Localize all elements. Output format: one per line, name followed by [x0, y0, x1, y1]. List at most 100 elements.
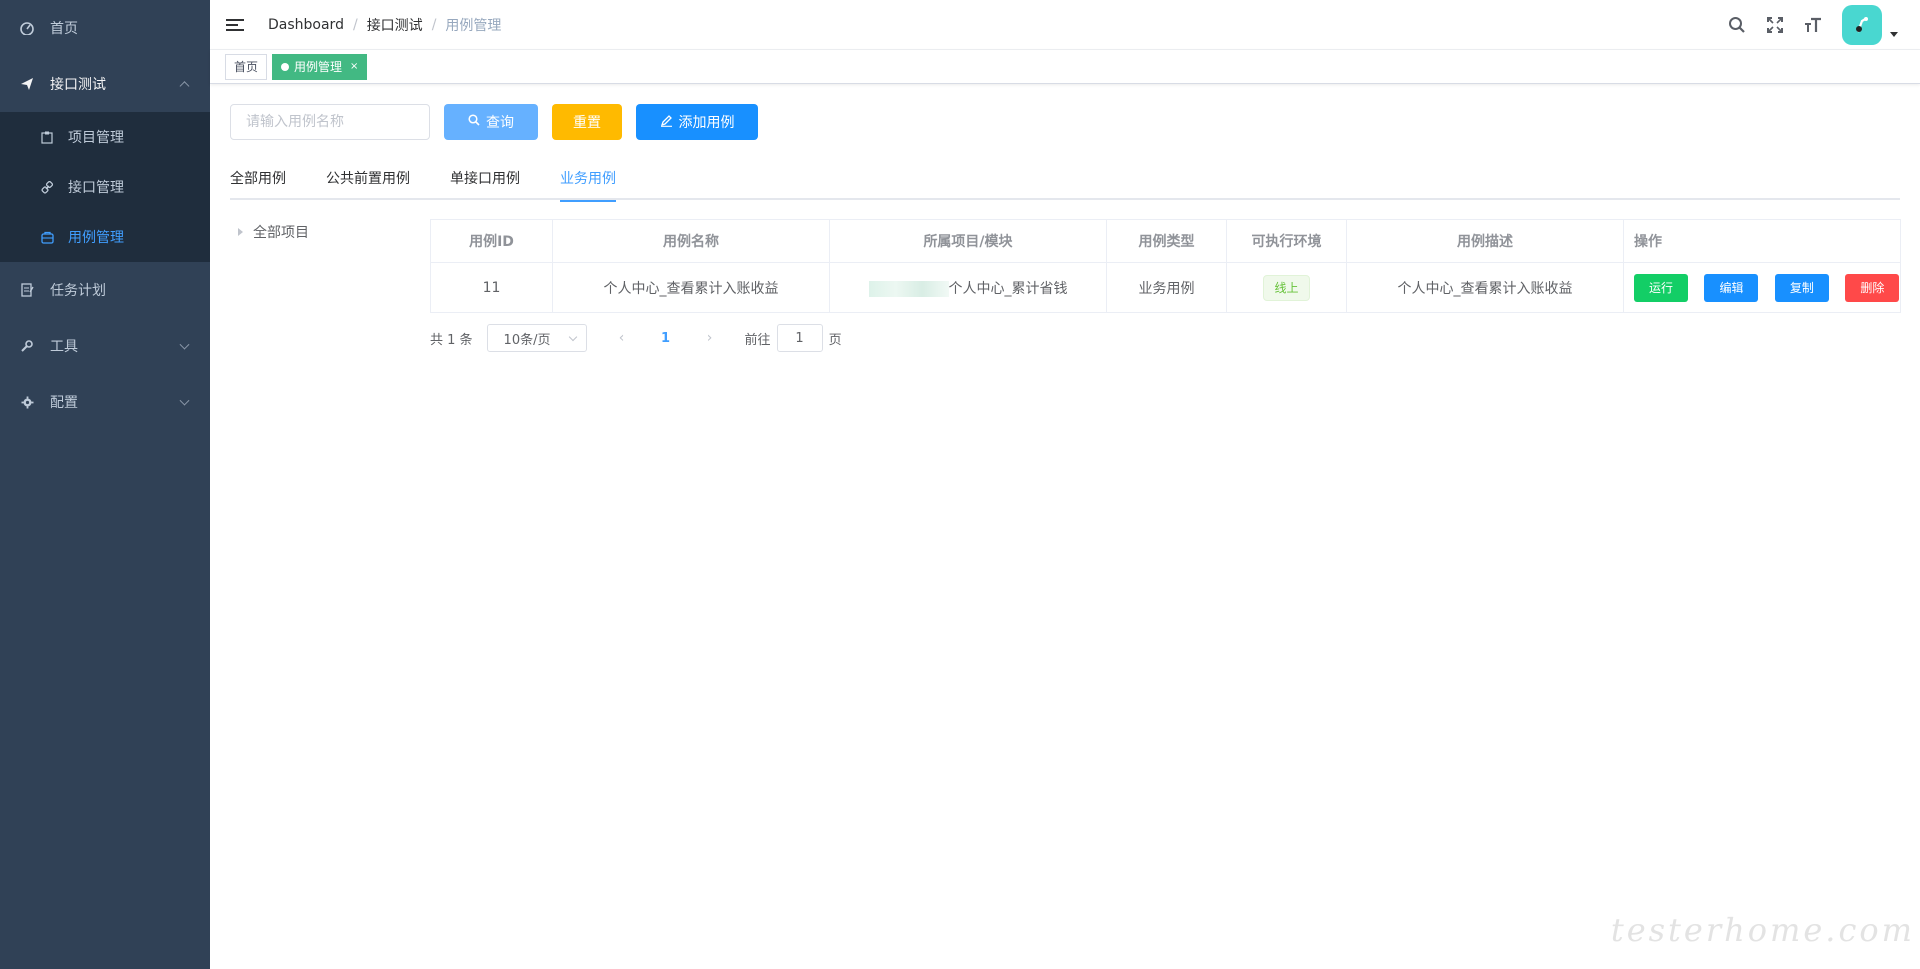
prev-page-button[interactable]: ‹ — [607, 330, 637, 346]
sidebar-item-project-management[interactable]: 项目管理 — [0, 112, 210, 162]
gear-icon — [20, 395, 34, 409]
caret-right-icon — [238, 228, 243, 236]
tab-business-cases[interactable]: 业务用例 — [560, 160, 616, 202]
dashboard-icon — [20, 21, 34, 35]
avatar[interactable] — [1842, 5, 1882, 45]
column-header: 用例类型 — [1106, 219, 1227, 263]
sidebar-item-label: 接口管理 — [68, 180, 124, 196]
sidebar-item-label: 工具 — [50, 339, 78, 355]
fullscreen-icon[interactable] — [1764, 14, 1786, 36]
tree-node-label: 全部项目 — [253, 225, 309, 241]
case-type-tabs: 全部用例 公共前置用例 单接口用例 业务用例 — [230, 160, 1900, 202]
reset-button-label: 重置 — [573, 115, 601, 131]
sidebar-item-home[interactable]: 首页 — [0, 0, 210, 56]
tag-label: 首页 — [234, 59, 259, 74]
cell-case-type: 业务用例 — [1106, 262, 1227, 313]
column-header: 可执行环境 — [1226, 219, 1347, 263]
cell-case-name: 个人中心_查看累计入账收益 — [552, 262, 830, 313]
sidebar: 首页 接口测试 项目管理 接口管理 用例管理 任务计划 工具 配置 — [0, 0, 210, 969]
env-badge: 线上 — [1263, 274, 1310, 301]
sidebar-item-task-plan[interactable]: 任务计划 — [0, 262, 210, 318]
edit-button[interactable]: 编辑 — [1704, 273, 1759, 302]
query-button[interactable]: 查询 — [444, 104, 538, 140]
send-icon — [20, 77, 34, 91]
column-header: 所属项目/模块 — [829, 219, 1107, 263]
goto-suffix: 页 — [828, 332, 842, 348]
font-size-icon[interactable] — [1802, 14, 1824, 36]
tag-home[interactable]: 首页 — [225, 53, 268, 80]
wrench-icon — [20, 339, 34, 353]
sidebar-item-tools[interactable]: 工具 — [0, 318, 210, 374]
search-icon — [468, 114, 480, 130]
reset-button[interactable]: 重置 — [552, 104, 622, 140]
column-header: 用例ID — [430, 219, 553, 263]
sidebar-item-label: 配置 — [50, 395, 78, 411]
goto-page-input[interactable] — [776, 324, 823, 352]
tag-case-management[interactable]: 用例管理 × — [272, 53, 368, 80]
watermark: testerhome.com — [1610, 911, 1915, 949]
sidebar-item-label: 项目管理 — [68, 130, 124, 146]
table-row: 11 个人中心_查看累计入账收益 个人中心_累计省钱 业务用例 线上 个人中心_… — [430, 262, 1901, 313]
add-case-button-label: 添加用例 — [678, 115, 735, 131]
module-label: 个人中心_累计省钱 — [948, 280, 1068, 297]
cell-module: 个人中心_累计省钱 — [829, 262, 1107, 313]
hamburger-icon[interactable] — [226, 16, 244, 34]
sidebar-item-label: 首页 — [50, 21, 78, 37]
close-icon[interactable]: × — [350, 55, 358, 79]
breadcrumb-item[interactable]: 接口测试 — [367, 15, 423, 35]
navbar-right — [1710, 0, 1898, 50]
tab-single-api-cases[interactable]: 单接口用例 — [450, 160, 520, 200]
cell-case-id: 11 — [430, 262, 553, 313]
case-name-search-input[interactable] — [230, 104, 430, 140]
breadcrumb-item[interactable]: Dashboard — [268, 17, 344, 33]
next-page-button[interactable]: › — [695, 330, 725, 346]
search-icon[interactable] — [1726, 14, 1748, 36]
tab-all-cases[interactable]: 全部用例 — [230, 160, 286, 200]
sidebar-item-label: 用例管理 — [68, 230, 124, 246]
sidebar-submenu: 项目管理 接口管理 用例管理 — [0, 112, 210, 262]
redacted-text — [868, 280, 949, 297]
case-icon — [40, 230, 54, 244]
table-header-row: 用例ID 用例名称 所属项目/模块 用例类型 可执行环境 用例描述 操作 — [430, 219, 1901, 263]
column-header: 操作 — [1623, 219, 1901, 263]
copy-button[interactable]: 复制 — [1774, 273, 1829, 302]
chevron-down-icon — [568, 332, 577, 342]
tab-public-setup-cases[interactable]: 公共前置用例 — [326, 160, 410, 200]
delete-button[interactable]: 删除 — [1845, 273, 1900, 302]
pagination: 共 1 条 10条/页 ‹ 1 › 前往 页 — [430, 324, 842, 352]
goto-page: 前往 页 — [745, 324, 842, 352]
caret-down-icon[interactable] — [1890, 31, 1898, 37]
chevron-down-icon — [179, 395, 190, 406]
chevron-down-icon — [179, 339, 190, 350]
case-table: 用例ID 用例名称 所属项目/模块 用例类型 可执行环境 用例描述 操作 11 … — [430, 219, 1901, 313]
cell-env: 线上 — [1226, 262, 1347, 313]
cell-description: 个人中心_查看累计入账收益 — [1346, 262, 1624, 313]
clipboard-icon — [40, 130, 54, 144]
cell-actions: 运行 编辑 复制 删除 — [1623, 262, 1901, 313]
breadcrumb-item-current: 用例管理 — [445, 17, 502, 34]
sidebar-item-config[interactable]: 配置 — [0, 374, 210, 430]
chevron-up-icon — [179, 81, 190, 92]
tag-label: 用例管理 — [294, 59, 343, 74]
sidebar-item-api-management[interactable]: 接口管理 — [0, 162, 210, 212]
sidebar-item-label: 任务计划 — [50, 283, 106, 299]
project-tree-root[interactable]: 全部项目 — [238, 222, 309, 242]
navbar: Dashboard / 接口测试 / 用例管理 — [210, 0, 1920, 50]
breadcrumb: Dashboard / 接口测试 / 用例管理 — [268, 15, 502, 35]
column-header: 用例名称 — [552, 219, 830, 263]
sidebar-item-label: 接口测试 — [50, 77, 106, 93]
sidebar-item-case-management[interactable]: 用例管理 — [0, 212, 210, 262]
column-header: 用例描述 — [1346, 219, 1624, 263]
add-case-button[interactable]: 添加用例 — [636, 104, 758, 140]
goto-prefix: 前往 — [744, 332, 771, 348]
search-toolbar: 查询 重置 添加用例 — [230, 104, 758, 140]
edit-icon — [660, 114, 673, 131]
query-button-label: 查询 — [486, 115, 514, 131]
total-count: 共 1 条 — [430, 332, 473, 348]
run-button[interactable]: 运行 — [1634, 273, 1688, 302]
page-size-value: 10条/页 — [503, 332, 551, 348]
page-number[interactable]: 1 — [651, 331, 681, 346]
sidebar-item-api-test[interactable]: 接口测试 — [0, 56, 210, 112]
tags-view: 首页 用例管理 × — [210, 50, 1920, 84]
page-size-select[interactable]: 10条/页 — [486, 324, 587, 352]
